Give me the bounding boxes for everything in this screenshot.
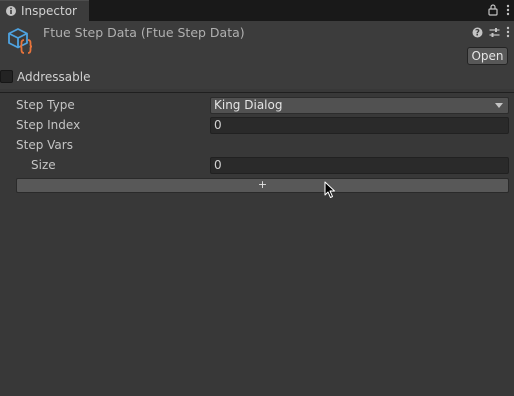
addressable-label: Addressable	[17, 70, 91, 84]
addressable-row: Addressable	[0, 69, 514, 89]
divider	[0, 92, 514, 93]
help-icon[interactable]: ?	[472, 27, 483, 41]
open-button[interactable]: Open	[467, 47, 508, 65]
svg-text:?: ?	[475, 28, 480, 37]
size-label: Size	[31, 158, 56, 172]
add-element-button[interactable]: +	[16, 178, 509, 193]
tab-label: Inspector	[21, 4, 77, 18]
step-type-label: Step Type	[16, 98, 75, 112]
tab-inspector[interactable]: Inspector	[0, 0, 89, 21]
inspector-header: Ftue Step Data (Ftue Step Data) ? Open	[0, 21, 514, 69]
addressable-checkbox[interactable]	[0, 70, 13, 83]
chevron-down-icon	[495, 103, 503, 108]
mouse-cursor-icon	[324, 181, 336, 202]
step-vars-label[interactable]: Step Vars	[16, 138, 73, 152]
header-tools: ?	[472, 26, 510, 41]
kebab-menu-icon[interactable]	[506, 26, 510, 41]
lock-icon[interactable]	[488, 4, 498, 16]
step-index-label: Step Index	[16, 118, 81, 132]
step-index-field[interactable]: 0	[210, 117, 509, 134]
step-type-value: King Dialog	[214, 98, 283, 112]
tab-tools	[488, 3, 510, 17]
kebab-menu-icon[interactable]	[506, 4, 510, 16]
tab-bar: Inspector	[0, 0, 514, 21]
step-type-dropdown[interactable]: King Dialog	[210, 97, 509, 114]
inspector-window: Inspector Ftue Step Data (Ftue Step Data…	[0, 0, 514, 396]
scriptable-object-icon	[6, 27, 36, 57]
size-field[interactable]: 0	[210, 157, 509, 174]
presets-icon[interactable]	[489, 27, 500, 41]
info-icon	[5, 5, 17, 17]
page-title: Ftue Step Data (Ftue Step Data)	[43, 25, 245, 40]
